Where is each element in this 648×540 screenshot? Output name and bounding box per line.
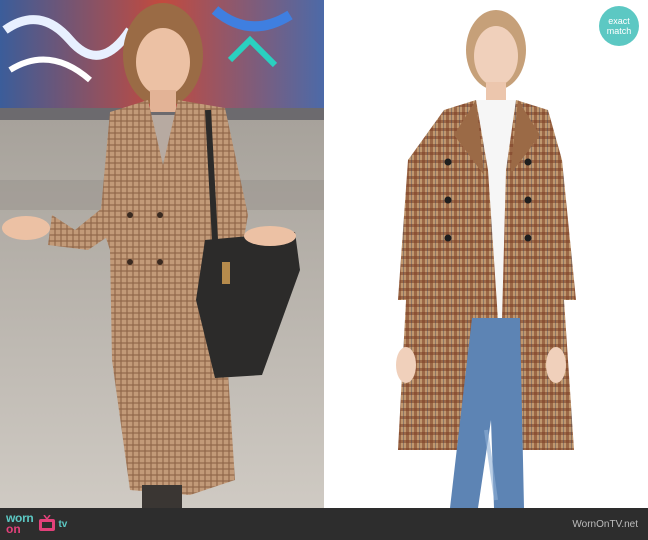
wornontv-logo[interactable]: worn on tv [6,508,67,540]
logo-tv: tv [58,518,68,530]
logo-text: worn on [6,512,34,536]
logo-on: on [6,522,21,536]
badge-line-2: match [606,26,632,36]
right-photo-product [326,0,648,508]
site-watermark: WornOnTV.net [572,518,638,530]
tv-icon [39,515,56,531]
footer-bar: worn on tv WornOnTV.net [0,508,648,540]
badge-line-1: exact [608,16,630,26]
exact-match-badge: exact match [599,6,639,46]
logo-on-row: on [6,522,33,536]
left-photo-street-scene [0,0,324,508]
